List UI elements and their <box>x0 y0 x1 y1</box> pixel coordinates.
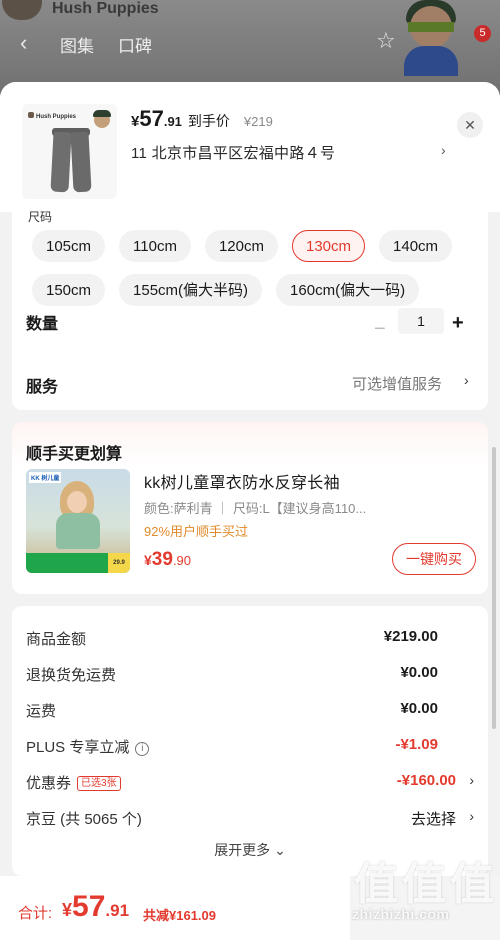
product-thumbnail: Hush Puppies <box>22 104 117 199</box>
notification-badge: 5 <box>474 25 491 42</box>
recommend-product-image[interactable]: KK 树儿童 29.9 <box>26 469 130 573</box>
size-chip[interactable]: 155cm(偏大半码) <box>119 274 263 306</box>
recommend-product-name[interactable]: kk树儿童罩衣防水反穿长袖 <box>144 469 340 493</box>
total-saved: 共减¥161.09 <box>143 908 216 923</box>
quantity-label: 数量 <box>26 316 59 333</box>
tab-reviews[interactable]: 口碑 <box>118 32 152 57</box>
cost-row: 退换货免运费 ¥0.00 <box>26 664 474 688</box>
coupon-count-badge: 已选3张 <box>77 776 121 791</box>
cost-value: ¥0.00 <box>400 664 438 681</box>
cost-value: ¥0.00 <box>400 700 438 717</box>
star-icon[interactable]: ☆ <box>376 28 396 54</box>
cost-label: PLUS 专享立减 <box>26 739 130 756</box>
quantity-input[interactable]: 1 <box>398 308 444 334</box>
recommend-title: 顺手买更划算 <box>26 446 123 463</box>
watermark-text: zhizhizhi.com <box>352 906 450 922</box>
size-chip[interactable]: 150cm <box>32 274 106 306</box>
jingdou-select[interactable]: 去选择 <box>411 808 456 829</box>
recommend-image-tag: KK 树儿童 <box>29 472 62 483</box>
total-label: 合计: <box>18 905 53 922</box>
size-chip[interactable]: 110cm <box>119 230 191 262</box>
final-price: ¥ 57 .91 到手价 ¥219 <box>131 106 273 131</box>
size-chip-selected[interactable]: 130cm <box>291 230 366 262</box>
cost-value: ¥219.00 <box>383 628 438 645</box>
watermark-glyph: 值 <box>354 860 398 909</box>
info-icon[interactable]: i <box>135 742 150 756</box>
one-click-buy-button[interactable]: 一键购买 <box>392 543 476 575</box>
recommend-price: ¥ 39 .90 <box>144 549 192 570</box>
brand-dog-logo <box>2 0 42 20</box>
chevron-right-icon[interactable]: › <box>469 808 474 824</box>
recommend-buy-rate: 92%用户顺手买过 <box>144 524 249 539</box>
chevron-right-icon[interactable]: › <box>464 372 469 388</box>
brand-dog-icon <box>28 112 34 118</box>
plus-discount-value: -¥1.09 <box>395 736 438 753</box>
size-section-label: 尺码 <box>28 210 53 224</box>
total-price: ¥ 57 .91 <box>62 890 130 923</box>
recommend-product-spec[interactable]: 颜色:萨利青 ｜ 尺码:L【建议身高110... <box>144 498 384 517</box>
recommend-card: 顺手买更划算 KK 树儿童 29.9 kk树儿童罩衣防水反穿长袖 颜色:萨利青 … <box>12 422 488 594</box>
watermark-glyph: 值 <box>450 860 494 909</box>
cost-row: 运费 ¥0.00 <box>26 700 474 724</box>
size-options: 105cm 110cm 120cm 130cm 140cm 150cm 155c… <box>32 230 478 306</box>
checkout-sheet: Hush Puppies ¥ 57 .91 到手价 ¥219 11 北京市昌平区… <box>0 82 500 940</box>
bottom-total-bar: 合计: ¥ 57 .91 共减¥161.09 值 值 值 zhizhizhi.c… <box>0 860 500 940</box>
sheet-header: Hush Puppies ¥ 57 .91 到手价 ¥219 11 北京市昌平区… <box>0 82 500 212</box>
recommend-image-badge: 29.9 <box>108 553 130 573</box>
chevron-down-icon: ⌄ <box>274 842 286 858</box>
cost-label: 京豆 (共 5065 个) <box>26 811 142 828</box>
cost-row-coupon[interactable]: 优惠券 已选3张 -¥160.00 › <box>26 772 474 796</box>
quantity-decrease-button[interactable]: − <box>374 318 386 341</box>
cost-label: 优惠券 <box>26 775 72 792</box>
close-button[interactable]: ✕ <box>457 112 483 138</box>
cost-label: 商品金额 <box>26 631 87 648</box>
original-price: ¥219 <box>243 114 273 129</box>
cost-summary-card: 商品金额 ¥219.00 退换货免运费 ¥0.00 运费 ¥0.00 PLUS … <box>12 606 488 876</box>
background-brand: Hush Puppies <box>52 0 159 17</box>
back-arrow-icon[interactable]: ‹ <box>20 30 27 56</box>
spec-card: 尺码 105cm 110cm 120cm 130cm 140cm 150cm 1… <box>12 210 488 410</box>
size-chip[interactable]: 105cm <box>32 230 106 262</box>
cost-label: 运费 <box>26 703 57 720</box>
size-chip[interactable]: 160cm(偏大一码) <box>276 274 420 306</box>
size-chip[interactable]: 140cm <box>379 230 453 262</box>
thumb-mascot-icon <box>93 110 111 128</box>
service-label: 服务 <box>26 379 59 396</box>
final-price-label: 到手价 <box>187 113 230 129</box>
thumb-brand: Hush Puppies <box>36 114 77 120</box>
watermark-glyph: 值 <box>402 860 446 909</box>
size-chip[interactable]: 120cm <box>204 230 278 262</box>
mascot-avatar-icon <box>398 0 464 76</box>
chevron-right-icon[interactable]: › <box>469 772 474 788</box>
service-option[interactable]: 可选增值服务 <box>352 373 442 394</box>
quantity-increase-button[interactable]: + <box>452 312 464 335</box>
cost-row: 商品金额 ¥219.00 <box>26 628 474 652</box>
coupon-value: -¥160.00 <box>396 772 456 789</box>
delivery-address[interactable]: 11 北京市昌平区宏福中路４号 <box>131 142 335 163</box>
chevron-right-icon[interactable]: › <box>441 142 446 158</box>
cost-row-jingdou[interactable]: 京豆 (共 5065 个) 去选择 › <box>26 808 474 832</box>
tab-gallery[interactable]: 图集 <box>60 32 94 57</box>
scrollbar[interactable] <box>492 447 496 729</box>
cost-row: PLUS 专享立减 i -¥1.09 <box>26 736 474 760</box>
cost-label: 退换货免运费 <box>26 667 117 684</box>
expand-more-label: 展开更多 <box>214 842 271 858</box>
